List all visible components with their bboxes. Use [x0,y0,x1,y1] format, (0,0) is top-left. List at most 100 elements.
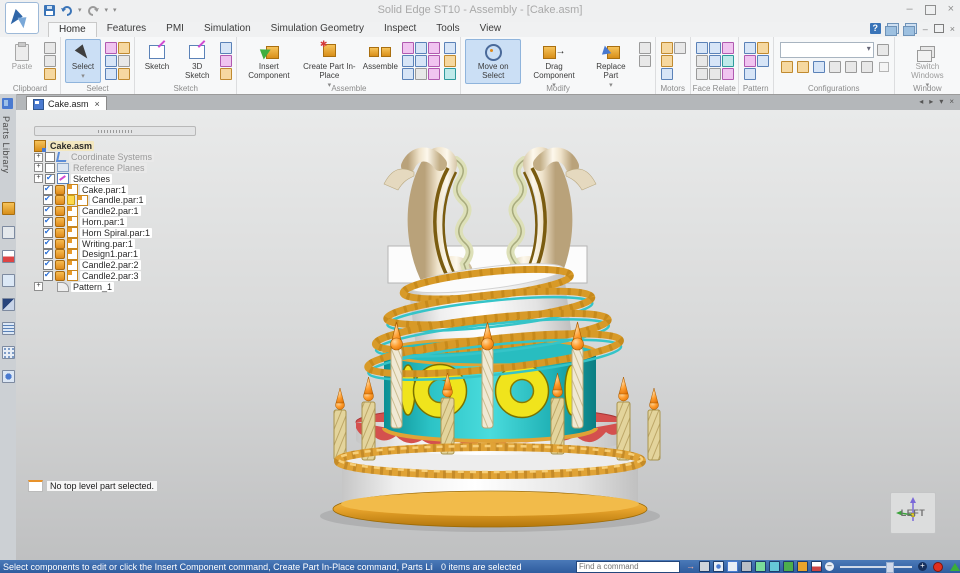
zoom-area-icon[interactable] [713,561,724,572]
window-cascade-icon[interactable] [905,23,917,34]
config-manager-icon[interactable] [877,44,889,56]
parts-library-tab[interactable]: Parts Library [1,116,11,174]
paste-special-icon[interactable] [44,68,56,80]
duplicate-icon[interactable] [744,68,756,80]
zoom-slider-thumb[interactable] [886,562,894,573]
clone-icon[interactable] [757,55,769,67]
transfer-icon[interactable] [639,42,651,54]
insert-component-button[interactable]: Insert Component [241,39,296,84]
color-manager-icon[interactable] [2,298,15,311]
expand-icon[interactable]: + [34,163,43,172]
center-plane-icon[interactable] [444,68,456,80]
tab-inspect[interactable]: Inspect [374,22,426,37]
expand-icon[interactable]: + [34,282,43,291]
cut-icon[interactable] [44,42,56,54]
parallel-face-icon[interactable] [696,55,708,67]
select-visible-icon[interactable] [105,55,117,67]
visibility-checkbox[interactable] [43,260,53,270]
tab-close-icon[interactable]: × [95,99,100,109]
minimize-button[interactable]: – [906,4,912,15]
pattern-along-curve-icon[interactable] [757,42,769,54]
parallel-icon[interactable] [444,42,456,54]
flash-fit-icon[interactable] [402,42,414,54]
disperse-icon[interactable] [639,55,651,67]
simulate-motor-icon[interactable] [661,68,673,80]
window-layout-icon[interactable] [887,23,899,34]
configuration-combo[interactable] [780,42,874,58]
pattern-icon[interactable] [744,42,756,54]
select-box-icon[interactable] [118,42,130,54]
mdi-minimize-button[interactable]: – [923,24,928,34]
visibility-checkbox[interactable] [43,185,53,195]
tab-simulation[interactable]: Simulation [194,22,261,37]
axial-align-icon[interactable] [402,55,414,67]
tab-pmi[interactable]: PMI [156,22,194,37]
application-button[interactable] [5,2,39,34]
expand-icon[interactable]: + [34,153,43,162]
mdi-close-button[interactable]: × [950,24,955,34]
paste-button[interactable]: Paste [4,39,40,75]
visibility-checkbox[interactable] [45,152,55,162]
tab-features[interactable]: Features [97,22,156,37]
tree-item[interactable]: + Reference Planes [34,163,214,174]
view-styles-icon[interactable] [797,561,808,572]
tree-item[interactable]: + Coordinate Systems [34,152,214,163]
connect-icon[interactable] [428,55,440,67]
concentric-icon[interactable] [709,42,721,54]
tree-item[interactable]: Horn Spiral.par:1 [34,227,214,238]
display-configurations-icon[interactable] [781,61,793,73]
visibility-checkbox[interactable] [43,249,53,259]
zoom-in-icon[interactable]: + [918,562,927,571]
assembly-tools-icon[interactable] [2,202,15,215]
select-tool-icon[interactable] [811,561,822,572]
image-icon[interactable] [2,226,15,239]
3d-sketch-button[interactable]: 3D Sketch [178,39,216,84]
restore-button[interactable] [925,5,936,15]
tree-item[interactable]: Candle2.par:2 [34,260,214,271]
mirror-icon[interactable] [744,55,756,67]
keyboard-icon[interactable] [861,61,873,73]
graphics-viewport[interactable]: Cake.asm + Coordinate Systems + Referenc… [16,110,960,560]
record-icon[interactable] [933,562,943,572]
insert-relation-icon[interactable] [415,55,427,67]
offset-icon[interactable] [722,55,734,67]
select-dropdown-icon[interactable]: ▾ [81,73,85,80]
prev-tab-icon[interactable]: ◂ [919,97,923,106]
rigid-relation-icon[interactable] [696,42,708,54]
inactivate-part-icon[interactable] [118,68,130,80]
command-finder-go-icon[interactable]: → [686,562,695,571]
visibility-checkbox[interactable] [43,206,53,216]
close-button[interactable]: × [948,4,954,15]
tab-simulation-geometry[interactable]: Simulation Geometry [261,22,374,37]
cam-icon[interactable] [428,68,440,80]
save-config-icon[interactable] [797,61,809,73]
zones-icon[interactable] [829,61,841,73]
coplanar-icon[interactable] [709,55,721,67]
parts-library-icon[interactable] [2,98,13,109]
rotation-motor-icon[interactable] [661,42,673,54]
visibility-checkbox[interactable] [43,217,53,227]
visibility-checkbox[interactable] [45,163,55,173]
select-filter-icon[interactable] [105,42,117,54]
visibility-checkbox[interactable] [43,239,53,249]
tree-item[interactable]: Candle2.par:1 [34,206,214,217]
zoom-slider[interactable] [840,566,912,568]
move-on-select-button[interactable]: Move on Select [465,39,521,84]
sketch-view-icon[interactable] [220,55,232,67]
next-tab-icon[interactable]: ▸ [929,97,933,106]
expand-icon[interactable]: + [34,174,43,183]
tab-view[interactable]: View [470,22,512,37]
command-finder-input[interactable] [576,561,680,573]
rotate-icon[interactable] [769,561,780,572]
tree-item[interactable]: Candle2.par:3 [34,271,214,282]
tangent-icon[interactable] [415,68,427,80]
linear-motor-icon[interactable] [674,42,686,54]
tab-tools[interactable]: Tools [426,22,469,37]
select-button[interactable]: Select ▾ [65,39,101,83]
settings-icon[interactable] [2,370,15,383]
assemble-button[interactable]: Assemble [362,39,398,75]
pathfinder-drag-handle[interactable] [34,126,196,136]
config-checkbox[interactable] [879,62,889,72]
common-views-icon[interactable] [783,561,794,572]
gear-relation-icon[interactable] [444,55,456,67]
